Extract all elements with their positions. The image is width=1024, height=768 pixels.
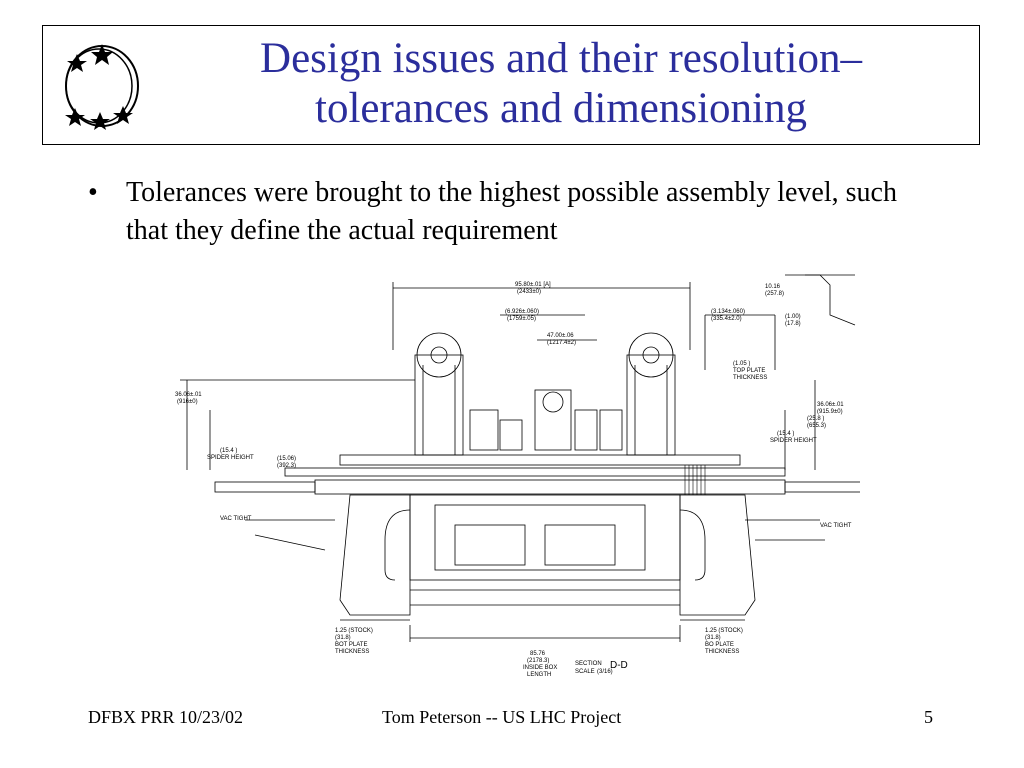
title-box: Design issues and their resolution– tole… — [42, 25, 980, 145]
dim-top-plate: (1.05 ) — [733, 361, 750, 367]
dim-top-overall-sub: (2433±0) — [517, 289, 541, 295]
section-label: SECTION — [575, 661, 602, 667]
dim-right-side: (25.8 ) — [807, 416, 824, 422]
dim-bottom-right: 1.25 (STOCK) — [705, 628, 743, 634]
dim-left-mid: (15.06) — [277, 456, 296, 462]
dim-spider-left-sub: SPIDER HEIGHT — [207, 455, 254, 461]
dim-bottom-left: 1.25 (STOCK) — [335, 628, 373, 634]
dim-corner-mid-sub: (17.8) — [785, 321, 801, 327]
engineering-drawing: 95.80±.01 [A] (2433±0) (6.926±.060) (175… — [175, 274, 860, 678]
dim-bottom-left-sub: (31.8) — [335, 635, 351, 641]
bullet-marker: • — [88, 177, 98, 208]
dim-left-height: 36.06±.01 — [175, 392, 202, 398]
dim-top-plate-sub: TOP PLATE — [733, 368, 765, 374]
dim-corner-top: 10.16 — [765, 284, 781, 290]
bullet-text: Tolerances were brought to the highest p… — [126, 177, 897, 246]
star-icon — [113, 106, 133, 124]
slide-title: Design issues and their resolution– tole… — [153, 34, 969, 134]
footer-left: DFBX PRR 10/23/02 — [88, 707, 244, 727]
dim-corner-mid: (1.00) — [785, 314, 801, 320]
label-vac-left: VAC TIGHT — [220, 516, 252, 522]
dim-left-mid-sub: (392.3) — [277, 463, 296, 469]
dim-inside-box-sub: (2178.3) — [527, 658, 549, 664]
footer-center: Tom Peterson -- US LHC Project — [382, 707, 622, 727]
dim-upper-left: (6.926±.060) — [505, 309, 539, 315]
dim-upper-left-sub: (1759±.05) — [507, 316, 536, 322]
label-vac-right: VAC TIGHT — [820, 523, 852, 529]
dim-top-plate-sub2: THICKNESS — [733, 375, 767, 381]
dim-bottom-right-sub: (31.8) — [705, 635, 721, 641]
dim-spider-left: (15.4 ) — [220, 448, 237, 454]
dim-spider-right-sub: SPIDER HEIGHT — [770, 438, 817, 444]
dim-right-side-sub: (655.3) — [807, 423, 826, 429]
lhc-logo — [65, 44, 139, 130]
footer-page-number: 5 — [924, 707, 933, 727]
dim-inside-box-sub2: INSIDE BOX — [523, 665, 557, 671]
dim-top-overall: 95.80±.01 [A] — [515, 282, 551, 288]
dim-bottom-right-sub3: THICKNESS — [705, 649, 739, 655]
scale-label: SCALE — [575, 669, 595, 675]
dim-bottom-right-sub2: BO PLATE — [705, 642, 734, 648]
dim-upper-right: (3.134±.060) — [711, 309, 745, 315]
dim-bottom-left-sub3: THICKNESS — [335, 649, 369, 655]
dim-inner-width: 47.00±.06 — [547, 333, 574, 339]
dim-inner-width-sub: (1217.4±2) — [547, 340, 576, 346]
bullet-item: • Tolerances were brought to the highest… — [88, 174, 928, 250]
dim-left-height-sub: (916±0) — [177, 399, 198, 405]
dim-upper-right-sub: (335.4±2.0) — [711, 316, 742, 322]
title-line-1: Design issues and their resolution– — [260, 35, 862, 82]
dim-right-height: 36.06±.01 — [817, 402, 844, 408]
dim-inside-box: 85.76 — [530, 651, 546, 657]
dim-corner-top-sub: (257.8) — [765, 291, 784, 297]
dim-inside-box-sub3: LENGTH — [527, 672, 551, 678]
dim-right-height-sub: (915.9±0) — [817, 409, 843, 415]
bullet-list: • Tolerances were brought to the highest… — [88, 174, 928, 250]
star-icon — [90, 112, 110, 130]
dim-spider-right: (15.4 ) — [777, 431, 794, 437]
scale-value: (3/16) — [597, 669, 613, 675]
dim-bottom-left-sub2: BOT PLATE — [335, 642, 367, 648]
star-icon — [65, 108, 85, 126]
title-line-2: tolerances and dimensioning — [315, 85, 807, 132]
